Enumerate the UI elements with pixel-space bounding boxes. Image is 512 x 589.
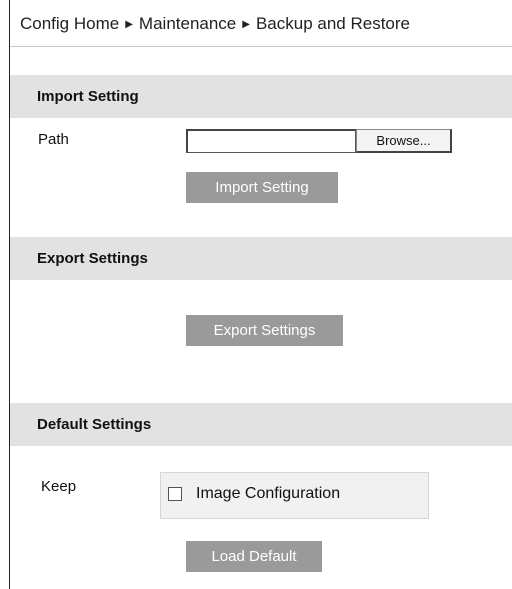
browse-button[interactable]: Browse... [356,129,452,153]
divider [10,46,512,47]
breadcrumb-maintenance[interactable]: Maintenance [139,14,236,33]
export-settings-button[interactable]: Export Settings [186,315,343,346]
breadcrumb: Config Home ▶ Maintenance ▶ Backup and Resto… [20,14,410,34]
import-section-header: Import Setting [10,75,512,118]
path-input[interactable] [186,129,356,153]
page-frame: Config Home ▶ Maintenance ▶ Backup and Resto… [9,0,512,589]
breadcrumb-config-home[interactable]: Config Home [20,14,119,33]
image-configuration-checkbox[interactable] [168,487,182,501]
image-configuration-label[interactable]: Image Configuration [196,485,340,503]
breadcrumb-separator-icon: ▶ [125,19,133,30]
breadcrumb-backup-restore: Backup and Restore [255,14,411,33]
path-label: Path [38,131,69,148]
default-section-header: Default Settings [10,403,512,446]
export-section-header: Export Settings [10,237,512,280]
keep-label: Keep [41,478,77,495]
load-default-button[interactable]: Load Default [186,541,322,572]
import-setting-button[interactable]: Import Setting [186,172,338,203]
breadcrumb-separator-icon: ▶ [242,19,250,30]
